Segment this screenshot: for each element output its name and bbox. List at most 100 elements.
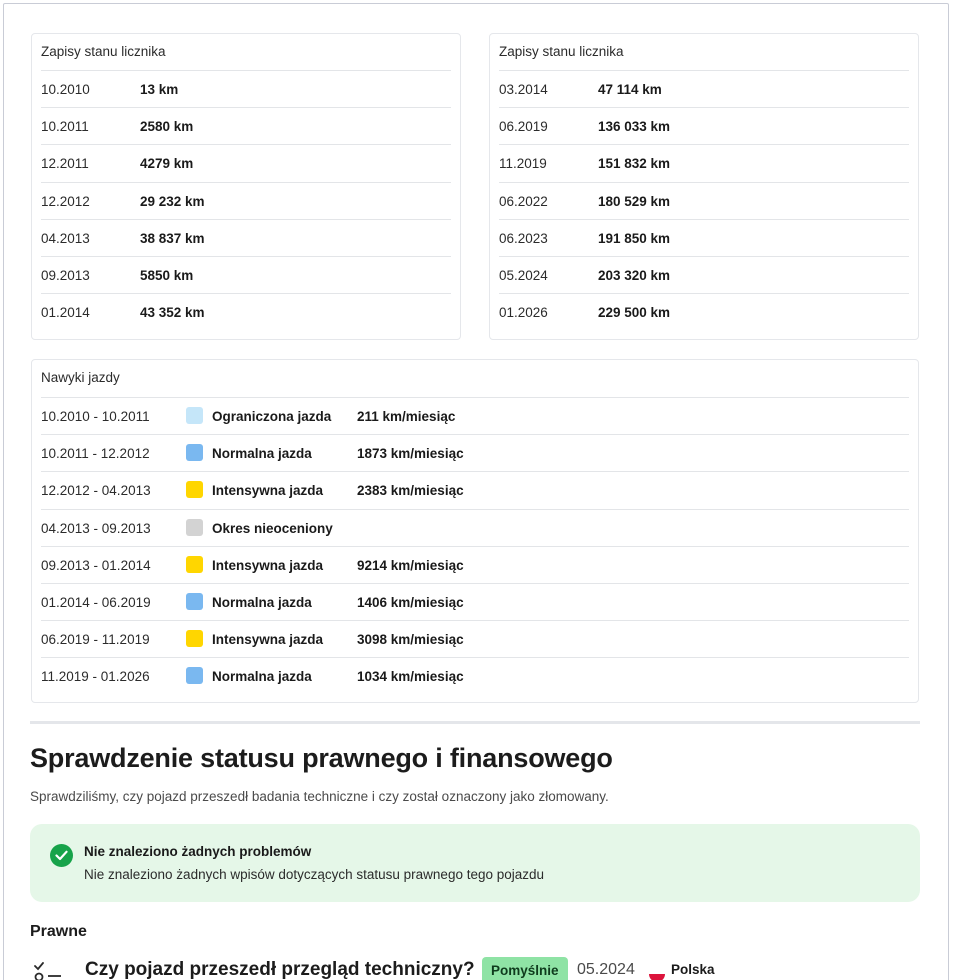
odometer-row: 10.2011 2580 km: [41, 107, 451, 144]
habit-period: 09.2013 - 01.2014: [41, 557, 151, 573]
habit-color-swatch: [186, 407, 203, 424]
odometer-km: 5850 km: [140, 268, 194, 283]
habit-rate: 211 km/miesiąc: [357, 409, 456, 424]
panel-title: Nawyki jazdy: [41, 370, 120, 385]
inspection-country: Polska: [671, 962, 715, 977]
habit-color-swatch: [186, 481, 203, 499]
habit-label: Normalna jazda: [212, 595, 312, 610]
check-circle-icon: [50, 844, 73, 867]
odometer-row: 03.2014 47 114 km: [499, 70, 909, 107]
odometer-km: 191 850 km: [598, 230, 671, 246]
panel-title: Zapisy stanu licznika: [499, 44, 624, 59]
legal-section-title: Sprawdzenie statusu prawnego i finansowe…: [30, 743, 613, 773]
driving-habit-row: 12.2012 - 04.2013 Intensywna jazda 2383 km…: [41, 471, 909, 508]
habit-label: Intensywna jazda: [212, 483, 324, 499]
habit-period: 10.2010 - 10.2011: [41, 409, 150, 424]
odometer-row: 01.2014 43 352 km: [41, 293, 451, 330]
driving-habit-row: 10.2011 - 12.2012 Normalna jazda 1873 km/m…: [41, 434, 909, 471]
habit-period: 06.2019 - 11.2019: [41, 632, 150, 648]
habit-color-swatch: [186, 444, 203, 462]
status-badge-label: Pomyślnie: [491, 963, 559, 978]
odometer-km: 38 837 km: [140, 230, 205, 246]
habit-period: 12.2012 - 04.2013: [41, 483, 151, 499]
odometer-row: 12.2012 29 232 km: [41, 181, 451, 219]
driving-habit-row: 10.2010 - 10.2011 Ograniczona jazda 211 km…: [41, 397, 909, 434]
odometer-date: 10.2011: [41, 119, 89, 135]
poland-flag-icon: [649, 966, 665, 980]
odometer-km: 43 352 km: [140, 305, 205, 321]
odometer-row: 06.2022 180 529 km: [499, 181, 909, 219]
odometer-row: 06.2023 191 850 km: [499, 218, 909, 256]
habit-rate: 9214 km/miesiąc: [357, 557, 464, 573]
panel-title: Zapisy stanu licznika: [41, 44, 166, 59]
technical-inspection-question: Czy pojazd przeszedł przegląd techniczny…: [85, 959, 475, 980]
odometer-date: 12.2011: [41, 156, 89, 172]
odometer-row: 10.2010 13 km: [41, 70, 451, 107]
habit-color-swatch: [186, 555, 203, 573]
odometer-row: 12.2011 4279 km: [41, 144, 451, 181]
driving-habit-row: 01.2014 - 06.2019 Normalna jazda 1406 km/m…: [41, 583, 909, 620]
odometer-km: 13 km: [140, 82, 179, 97]
habit-color-swatch: [186, 667, 203, 685]
no-issues-alert: Nie znaleziono żadnych problemów Nie zna…: [30, 824, 920, 902]
habit-period: 04.2013 - 09.2013: [41, 520, 151, 536]
odometer-km: 180 529 km: [598, 193, 671, 209]
habit-label: Okres nieoceniony: [212, 520, 333, 536]
no-issues-title: Nie znaleziono żadnych problemów: [84, 844, 312, 859]
odometer-date: 01.2014: [41, 305, 90, 321]
habit-label: Normalna jazda: [212, 669, 312, 685]
odometer-date: 06.2022: [499, 193, 548, 209]
odometer-km: 136 033 km: [598, 119, 671, 135]
habit-label: Intensywna jazda: [212, 557, 324, 573]
odometer-row: 01.2026 229 500 km: [499, 293, 909, 330]
section-divider: [30, 721, 920, 724]
habit-color-swatch: [186, 518, 203, 536]
odometer-date: 04.2013: [41, 230, 90, 246]
odometer-row: 09.2013 5850 km: [41, 256, 451, 293]
driving-habit-row: 06.2019 - 11.2019 Intensywna jazda 3098 km…: [41, 620, 909, 657]
habit-rate: 2383 km/miesiąc: [357, 483, 464, 499]
odometer-row: 05.2024 203 320 km: [499, 256, 909, 293]
odometer-km: 2580 km: [140, 119, 194, 135]
odometer-row: 04.2013 38 837 km: [41, 218, 451, 256]
driving-habit-row: 11.2019 - 01.2026 Normalna jazda 1034 km/m…: [41, 657, 909, 694]
odometer-date: 06.2019: [499, 119, 548, 135]
habit-label: Ograniczona jazda: [212, 409, 332, 424]
habit-color-swatch: [186, 593, 203, 610]
checklist-icon: [34, 960, 62, 980]
odometer-date: 10.2010: [41, 82, 90, 97]
driving-habit-row: 09.2013 - 01.2014 Intensywna jazda 9214 km…: [41, 545, 909, 583]
odometer-date: 01.2026: [499, 305, 548, 321]
odometer-date: 03.2014: [499, 82, 548, 97]
no-issues-text: Nie znaleziono żadnych wpisów dotyczącyc…: [84, 867, 545, 882]
odometer-row: 11.2019 151 832 km: [499, 144, 909, 181]
habit-period: 11.2019 - 01.2026: [41, 669, 150, 685]
legal-subheading: Prawne: [30, 923, 87, 940]
driving-habits-panel: Nawyki jazdy 10.2010 - 10.2011 Ograniczon…: [31, 359, 919, 703]
odometer-date: 06.2023: [499, 230, 548, 246]
odometer-date: 11.2019: [499, 156, 547, 172]
odometer-row: 06.2019 136 033 km: [499, 107, 909, 144]
odometer-km: 29 232 km: [140, 193, 205, 209]
habit-label: Normalna jazda: [212, 446, 312, 462]
legal-section-subtitle: Sprawdziliśmy, czy pojazd przeszedł bada…: [30, 789, 609, 804]
habit-rate: 1406 km/miesiąc: [357, 595, 464, 610]
habit-rate: 1034 km/miesiąc: [357, 669, 464, 685]
status-badge: Pomyślnie: [482, 957, 568, 980]
driving-habit-row: 04.2013 - 09.2013 Okres nieoceniony: [41, 508, 909, 546]
odometer-km: 229 500 km: [598, 305, 671, 321]
habit-label: Intensywna jazda: [212, 632, 324, 648]
odometer-date: 12.2012: [41, 193, 90, 209]
odometer-km: 4279 km: [140, 156, 194, 172]
odometer-km: 151 832 km: [598, 156, 671, 172]
habit-rate: 1873 km/miesiąc: [357, 446, 464, 462]
odometer-km: 203 320 km: [598, 268, 671, 283]
odometer-date: 09.2013: [41, 268, 90, 283]
habit-period: 01.2014 - 06.2019: [41, 595, 151, 610]
habit-period: 10.2011 - 12.2012: [41, 446, 150, 462]
odometer-date: 05.2024: [499, 268, 548, 283]
odometer-km: 47 114 km: [598, 82, 662, 97]
odometer-records-panel-right: Zapisy stanu licznika 03.2014 47 114 km 06…: [489, 33, 919, 340]
habit-rate: 3098 km/miesiąc: [357, 632, 464, 648]
habit-color-swatch: [186, 630, 203, 648]
